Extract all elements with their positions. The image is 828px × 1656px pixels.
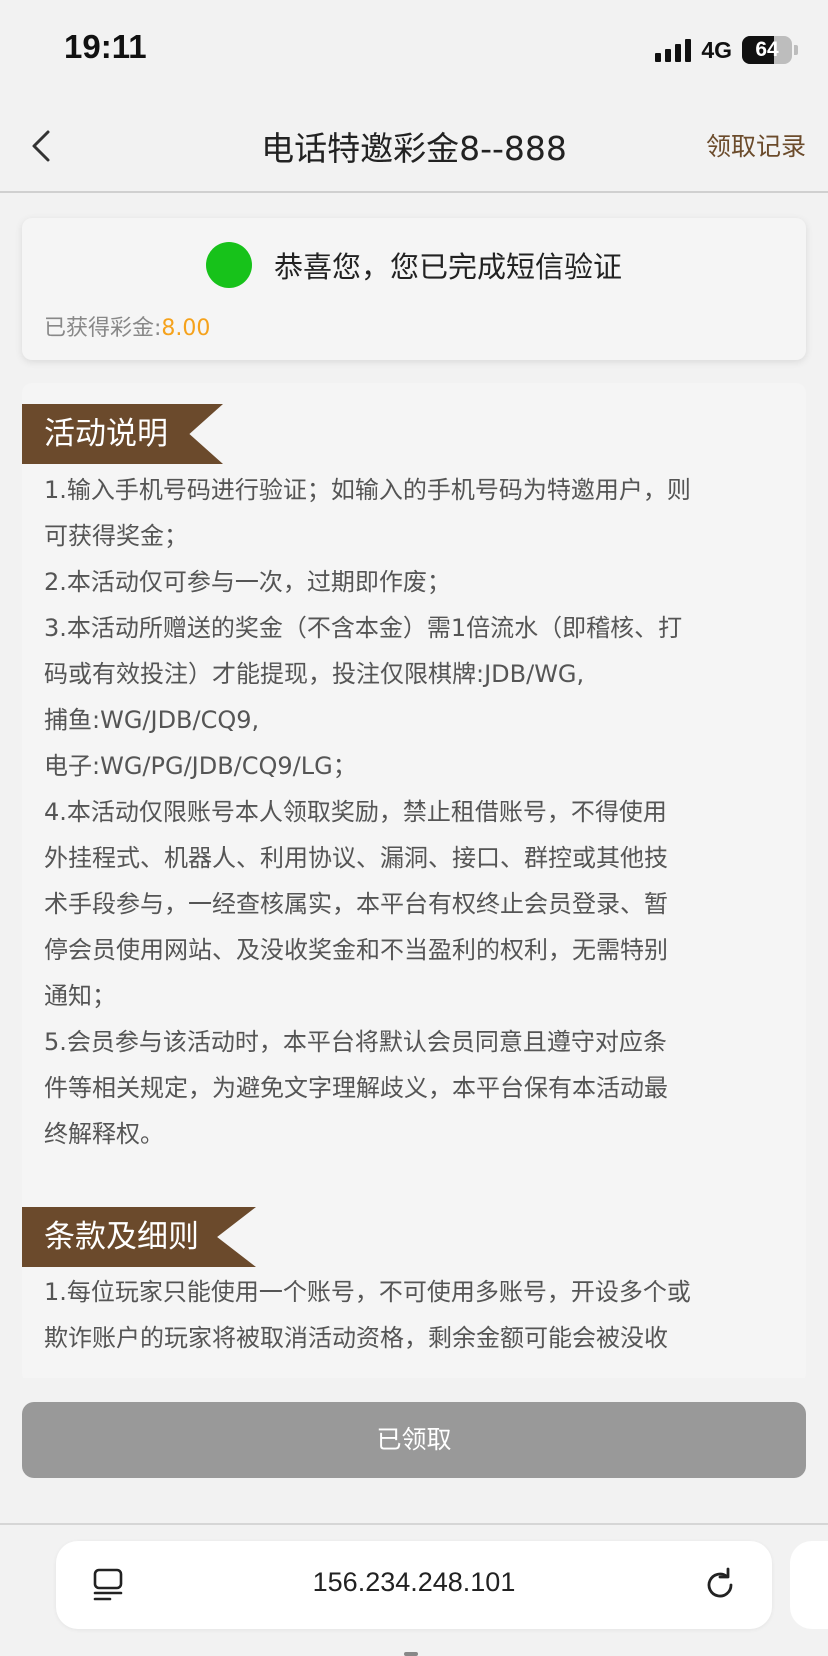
status-time: 19:11 [64, 28, 147, 65]
success-message: 恭喜您，您已完成短信验证 [273, 250, 622, 284]
battery-level: 64 [755, 38, 779, 61]
section-ribbon-activity: 活动说明 [22, 404, 223, 464]
bonus-value: 8.00 [161, 316, 211, 341]
success-status-icon [205, 242, 252, 288]
rule-line: 3.本活动所赠送的奖金（不含本金）需1倍流水（即稽核、打 [44, 614, 683, 642]
nav-bar: 电话特邀彩金8--888 领取记录 [0, 100, 828, 193]
verification-success-card: 恭喜您，您已完成短信验证 已获得彩金:8.00 [22, 218, 806, 360]
status-bar: 19:11 4G 64 [0, 0, 828, 100]
claim-history-link[interactable]: 领取记录 [706, 127, 806, 163]
rule-line: 捕鱼:WG/JDB/CQ9, [44, 706, 260, 734]
bottom-action-area: 已领取 [0, 1378, 828, 1523]
status-indicators: 4G 64 [655, 34, 798, 66]
bonus-info: 已获得彩金:8.00 [44, 310, 210, 342]
side-tab-preview[interactable] [790, 1541, 828, 1629]
rule-line: 1.输入手机号码进行验证；如输入的手机号码为特邀用户，则 [44, 476, 691, 504]
rule-line: 4.本活动仅限账号本人领取奖励，禁止租借账号，不得使用 [44, 798, 667, 826]
page-title: 电话特邀彩金8--888 [261, 129, 567, 168]
rule-line: 码或有效投注）才能提现，投注仅限棋牌:JDB/WG, [44, 660, 585, 688]
rule-line: 通知； [44, 982, 116, 1010]
rule-line: 术手段参与，一经查核属实，本平台有权终止会员登录、暂 [44, 890, 668, 918]
url-text: 156.234.248.101 [312, 1567, 516, 1597]
activity-description: 1.输入手机号码进行验证；如输入的手机号码为特邀用户，则 可获得奖金； 2.本活… [44, 467, 784, 1157]
network-type: 4G [701, 36, 732, 63]
rule-line: 停会员使用网站、及没收奖金和不当盈利的权利，无需特别 [44, 936, 668, 964]
terms-details: 1.每位玩家只能使用一个账号，不可使用多账号，开设多个或 欺诈账户的玩家将被取消… [44, 1269, 784, 1361]
cellular-signal-icon [655, 38, 692, 62]
activity-rules-card: 活动说明 1.输入手机号码进行验证；如输入的手机号码为特邀用户，则 可获得奖金；… [22, 383, 806, 1383]
term-line: 欺诈账户的玩家将被取消活动资格，剩余金额可能会被没收 [44, 1324, 668, 1352]
section-ribbon-terms: 条款及细则 [22, 1207, 256, 1267]
bonus-label: 已获得彩金: [44, 316, 162, 341]
claimed-button[interactable]: 已领取 [22, 1402, 806, 1478]
rule-line: 电子:WG/PG/JDB/CQ9/LG； [44, 752, 357, 780]
rule-line: 终解释权。 [44, 1120, 164, 1148]
term-line: 1.每位玩家只能使用一个账号，不可使用多账号，开设多个或 [44, 1278, 691, 1306]
reload-icon-glyph [707, 1567, 733, 1598]
browser-toolbar: 156.234.248.101 [0, 1523, 828, 1656]
rule-line: 2.本活动仅可参与一次，过期即作废； [44, 568, 451, 596]
success-message-row: 恭喜您，您已完成短信验证 [22, 240, 806, 290]
battery-cap [794, 45, 798, 55]
rule-line: 可获得奖金； [44, 522, 188, 550]
rule-line: 5.会员参与该活动时，本平台将默认会员同意且遵守对应条 [44, 1028, 667, 1056]
reload-icon[interactable] [700, 1565, 740, 1605]
rule-line: 外挂程式、机器人、利用协议、漏洞、接口、群控或其他技 [44, 844, 668, 872]
rule-line: 件等相关规定，为避免文字理解歧义，本平台保有本活动最 [44, 1074, 668, 1102]
address-bar[interactable]: 156.234.248.101 [56, 1541, 772, 1629]
home-indicator [404, 1652, 418, 1656]
battery-icon: 64 [742, 36, 792, 64]
